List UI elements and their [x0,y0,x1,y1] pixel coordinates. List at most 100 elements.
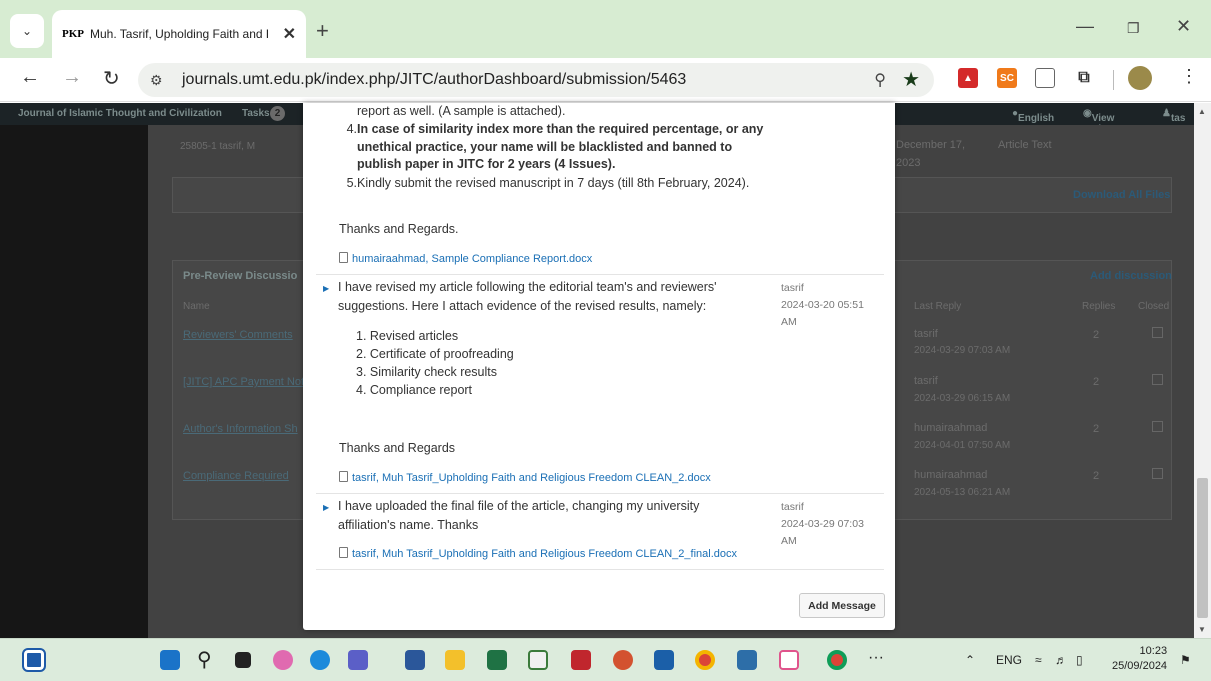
col-replies: Replies [1082,301,1116,312]
task-view-icon[interactable] [235,652,251,668]
clock-date: 25/09/2024 [1112,660,1168,672]
row-reply-user: tasrif [914,375,938,387]
user-name: tas [1170,113,1186,124]
discussion-row-name[interactable]: [JITC] APC Payment Noti [183,376,306,388]
row-replies: 2 [1093,470,1100,482]
volume-icon[interactable]: ♬ [1055,653,1067,667]
site-info-icon[interactable]: ⚙ [150,72,174,89]
add-message-button[interactable]: Add Message [799,593,885,618]
message-text: I have revised my article following the … [338,280,717,313]
file-type: Article Text [998,139,1052,151]
item-number: 4. [346,122,357,136]
tasks-link[interactable]: Tasks [242,108,270,119]
powerpoint-icon[interactable] [613,650,633,670]
recycle-app-icon[interactable] [528,650,548,670]
teams-icon[interactable] [348,650,368,670]
scite-extension-icon[interactable]: SC [997,68,1017,88]
menu-kebab-icon[interactable]: ⋮ [1180,66,1198,87]
zoom-icon[interactable]: ⚲ [874,70,886,90]
journal-name[interactable]: Journal of Islamic Thought and Civilizat… [18,108,222,119]
copilot-icon[interactable] [273,650,293,670]
restore-icon[interactable]: ❐ [1127,20,1140,37]
row-reply-date: 2024-03-29 06:15 AM [914,393,1011,404]
photos-icon[interactable] [654,650,674,670]
tab-strip: ⌄ PKP Muh. Tasrif, Upholding Faith and R… [0,0,1211,58]
col-last-reply: Last Reply [914,301,962,312]
mendeley-extension-icon[interactable]: ▲ [958,68,978,88]
extensions-puzzle-icon[interactable]: ⧉ [1074,68,1094,88]
file-icon [339,252,348,263]
discussion-row-name[interactable]: Author's Information Sh [183,423,298,435]
file-row[interactable]: 25805-1 tasrif, M [180,141,255,152]
forward-icon[interactable]: → [62,66,82,89]
col-name: Name [183,301,210,312]
user-menu[interactable]: ♟ tas [1162,108,1185,124]
message-time: AM [781,535,797,547]
widgets-icon[interactable] [22,648,46,672]
caret-right-icon[interactable]: ▶ [323,503,329,512]
document-extension-icon[interactable] [1035,68,1055,88]
chevron-up-icon[interactable]: ⌃ [965,653,975,667]
row-closed-checkbox[interactable] [1152,374,1163,385]
message-time: AM [781,316,797,328]
page-scrollbar[interactable]: ▲ ▼ [1194,103,1211,638]
remote-desktop-icon[interactable] [737,650,757,670]
excel-icon[interactable] [487,650,507,670]
new-tab-icon[interactable]: + [316,18,329,44]
list-item: 3. Similarity check results [356,365,498,379]
file-explorer-icon[interactable] [445,650,465,670]
minimize-icon[interactable]: — [1076,16,1094,37]
edge-icon[interactable] [310,650,330,670]
clock[interactable]: 10:23 25/09/2024 [1112,644,1167,674]
word-icon[interactable] [405,650,425,670]
language-indicator[interactable]: ENG [996,653,1022,667]
close-window-icon[interactable]: ✕ [1176,16,1191,37]
download-all-files-link[interactable]: Download All Files [1073,189,1170,201]
tab-title: Muh. Tasrif, Upholding Faith and Relig [90,27,268,41]
tasks-count-badge: 2 [270,106,285,121]
attachment-name: tasrif, Muh Tasrif_Upholding Faith and R… [352,548,737,560]
profile-avatar[interactable] [1128,66,1152,90]
reload-icon[interactable]: ↻ [103,66,120,91]
scroll-down-icon[interactable]: ▼ [1198,625,1206,634]
attachment-name: humairaahmad, Sample Compliance Report.d… [352,253,593,265]
discussion-row-name[interactable]: Compliance Required [183,470,289,482]
attachment-link[interactable]: tasrif, Muh Tasrif_Upholding Faith and R… [339,471,711,484]
more-apps-icon[interactable]: ··· [868,649,884,667]
chrome-profile-icon[interactable] [827,650,847,670]
row-replies: 2 [1093,423,1100,435]
file-year: 2023 [896,157,921,169]
address-bar[interactable]: ⚙ journals.umt.edu.pk/index.php/JITC/aut… [138,63,934,97]
close-tab-icon[interactable]: ✕ [283,24,296,44]
snipping-tool-icon[interactable] [779,650,799,670]
notification-bell-icon[interactable]: ⚑ [1180,653,1191,667]
battery-icon[interactable]: ▯ [1076,653,1083,667]
search-icon[interactable]: ⚲ [197,647,217,671]
start-windows-icon[interactable] [160,650,180,670]
row-replies: 2 [1093,376,1100,388]
attachment-link[interactable]: humairaahmad, Sample Compliance Report.d… [339,252,592,265]
row-closed-checkbox[interactable] [1152,421,1163,432]
row-closed-checkbox[interactable] [1152,327,1163,338]
scrollbar-thumb[interactable] [1197,478,1208,618]
left-gutter [0,125,148,638]
chrome-icon[interactable] [695,650,715,670]
attachment-link[interactable]: tasrif, Muh Tasrif_Upholding Faith and R… [339,547,737,560]
bookmark-star-icon[interactable]: ★ [902,67,920,92]
back-icon[interactable]: ← [20,66,40,89]
discussion-row-name[interactable]: Reviewers' Comments [183,329,293,341]
browser-tab-active[interactable]: PKP Muh. Tasrif, Upholding Faith and Rel… [52,10,306,58]
tab-search-button[interactable]: ⌄ [10,14,44,48]
row-reply-date: 2024-04-01 07:50 AM [914,440,1011,451]
row-reply-user: humairaahmad [914,469,988,481]
wifi-icon[interactable]: ≈ [1035,653,1042,667]
caret-right-icon[interactable]: ▶ [323,284,329,293]
row-closed-checkbox[interactable] [1152,468,1163,479]
add-discussion-link[interactable]: Add discussion [1090,270,1172,282]
mendeley-icon[interactable] [571,650,591,670]
view-site-link[interactable]: ◉ View Site [1083,108,1114,135]
col-closed: Closed [1138,301,1170,312]
language-link[interactable]: ● English [1012,108,1054,124]
scroll-up-icon[interactable]: ▲ [1198,107,1206,116]
discussions-title: Pre-Review Discussio [183,270,298,282]
